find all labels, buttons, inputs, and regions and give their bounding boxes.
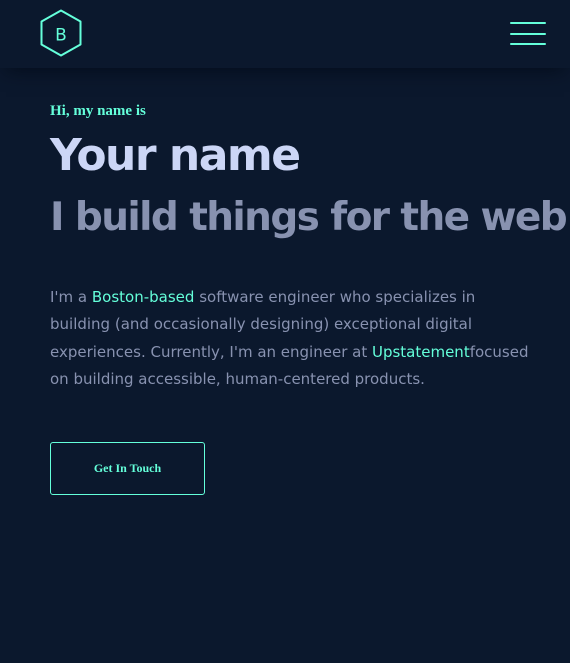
menu-line (510, 43, 546, 45)
get-in-touch-button[interactable]: Get In Touch (50, 442, 205, 495)
hamburger-menu-icon[interactable] (510, 22, 546, 46)
bio-text: I'm a (50, 288, 92, 306)
hero-tagline: I build things for the web (50, 195, 568, 240)
boston-link[interactable]: Boston-based (92, 288, 195, 306)
menu-line (510, 22, 546, 24)
upstatement-link[interactable]: Upstatement (372, 343, 470, 361)
site-header: B (0, 0, 570, 68)
logo-link[interactable]: B (39, 9, 83, 57)
menu-line (510, 33, 546, 35)
hero-bio: I'm a Boston-based software engineer who… (50, 284, 540, 393)
hexagon-logo-icon: B (40, 9, 82, 57)
logo-letter: B (55, 26, 67, 46)
greeting-text: Hi, my name is (50, 103, 146, 119)
hero-name: Your name (50, 130, 301, 181)
